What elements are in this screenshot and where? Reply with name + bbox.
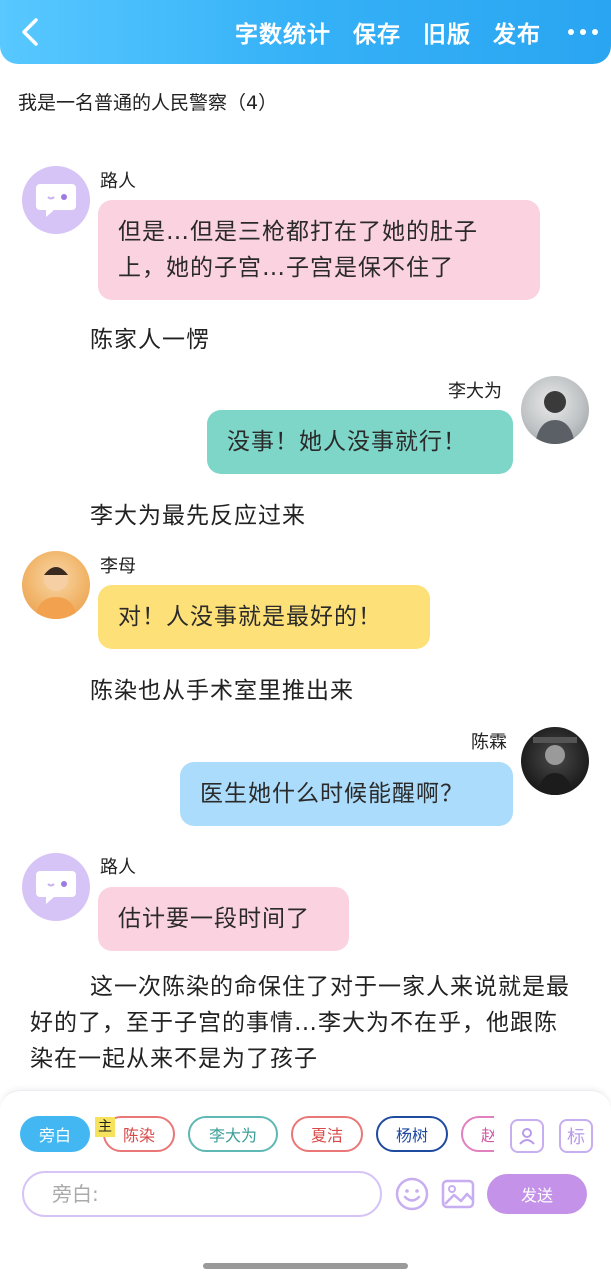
avatar-photo[interactable] [22, 551, 90, 619]
narration-text[interactable]: 陈染也从手术室里推出来 [90, 671, 354, 705]
character-chip-row: 旁白 陈染 李大为 夏洁 杨树 赵 [20, 1116, 494, 1156]
speaker-name: 路人 [100, 171, 136, 192]
back-button[interactable] [14, 14, 50, 50]
chevron-left-icon [22, 18, 38, 46]
avatar-photo[interactable] [521, 376, 589, 444]
avatar-photo[interactable] [521, 727, 589, 795]
chat-bubble-icon [36, 184, 76, 217]
save-button[interactable]: 保存 [353, 15, 401, 49]
emoji-icon[interactable] [394, 1176, 430, 1212]
message-bubble[interactable]: 但是…但是三枪都打在了她的肚子上，她的子宫…子宫是保不住了 [98, 200, 540, 300]
main-character-badge: 主 [95, 1117, 115, 1137]
document-title: 我是一名普通的人民警察（4） [18, 92, 278, 114]
tag-icon[interactable]: 标 [559, 1119, 593, 1153]
chip-character[interactable]: 赵 [461, 1116, 494, 1152]
home-indicator[interactable] [203, 1263, 408, 1269]
speaker-name: 陈霖 [471, 732, 507, 753]
narration-text[interactable]: 李大为最先反应过来 [90, 496, 306, 530]
person-icon [519, 1128, 535, 1145]
narration-text[interactable]: 陈家人一愣 [90, 320, 210, 354]
chip-narrator[interactable]: 旁白 [20, 1116, 90, 1152]
speaker-name: 路人 [100, 857, 136, 878]
header-actions: 字数统计 保存 旧版 发布 [213, 12, 603, 52]
narration-text[interactable]: 这一次陈染的命保住了对于一家人来说就是最好的了，至于子宫的事情…李大为不在乎，他… [30, 969, 580, 1077]
image-icon[interactable] [440, 1176, 476, 1212]
message-bubble[interactable]: 估计要一段时间了 [98, 887, 349, 951]
person-photo-icon [535, 391, 575, 444]
chat-bubble-icon [36, 871, 76, 904]
chip-character[interactable]: 杨树 [376, 1116, 448, 1152]
top-bar: 字数统计 保存 旧版 发布 [0, 0, 611, 64]
more-options-icon[interactable] [563, 12, 603, 52]
default-avatar[interactable] [22, 853, 90, 921]
speaker-name: 李大为 [448, 381, 502, 402]
person-photo-icon [533, 737, 577, 795]
message-input[interactable]: 旁白: [22, 1171, 382, 1217]
speaker-name: 李母 [100, 556, 136, 577]
publish-button[interactable]: 发布 [493, 15, 541, 49]
old-version-button[interactable]: 旧版 [423, 15, 471, 49]
message-bubble[interactable]: 医生她什么时候能醒啊？ [180, 762, 513, 826]
chip-character[interactable]: 李大为 [188, 1116, 278, 1152]
default-avatar[interactable] [22, 166, 90, 234]
message-bubble[interactable]: 对！人没事就是最好的！ [98, 585, 430, 649]
message-bubble[interactable]: 没事！她人没事就行！ [207, 410, 513, 474]
send-button[interactable]: 发送 [487, 1174, 587, 1214]
character-card-icon[interactable] [510, 1119, 544, 1153]
chip-character[interactable]: 夏洁 [291, 1116, 363, 1152]
word-count-button[interactable]: 字数统计 [235, 15, 331, 49]
person-photo-icon [34, 567, 78, 619]
